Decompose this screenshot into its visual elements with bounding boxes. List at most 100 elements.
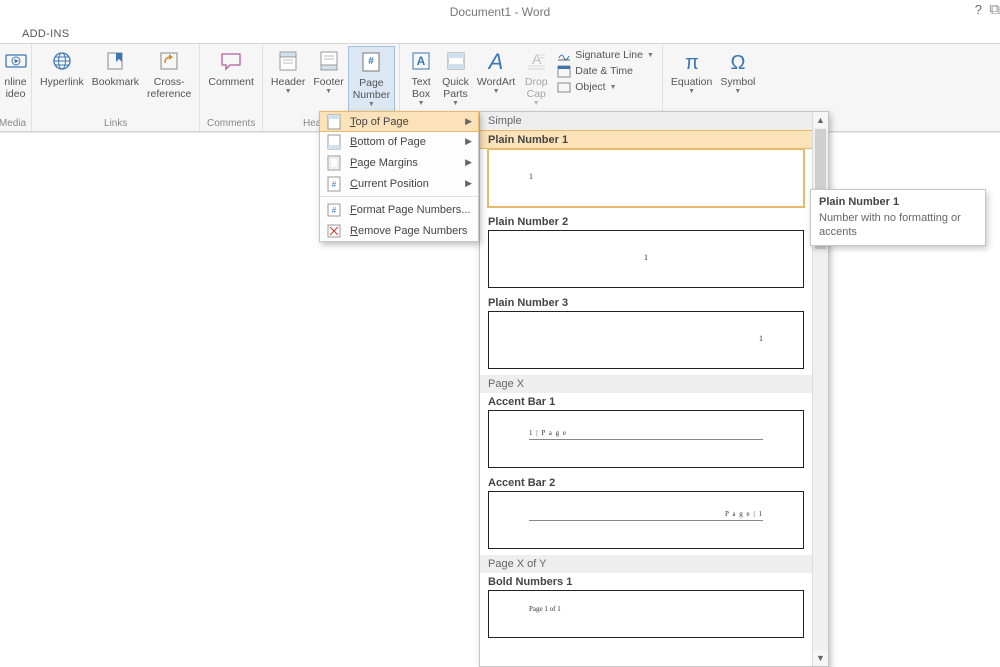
hyperlink-button[interactable]: Hyperlink [36, 46, 88, 114]
object-button[interactable]: Object ▼ [557, 80, 654, 94]
chevron-down-icon: ▼ [368, 101, 375, 108]
drop-cap-button[interactable]: A Drop Cap ▼ [519, 46, 553, 114]
current-position-icon: # [326, 176, 342, 192]
online-video-label: nline ideo [4, 76, 26, 100]
gallery-item-plain-number-1[interactable]: Plain Number 1 [480, 130, 812, 149]
chevron-down-icon: ▼ [493, 88, 500, 95]
submenu-arrow-icon: ▶ [465, 178, 472, 189]
scroll-up-icon[interactable]: ▲ [813, 112, 828, 128]
menu-remove-page-numbers[interactable]: Remove Page Numbers [320, 220, 478, 241]
group-media-label: Media [0, 118, 26, 131]
tab-addins[interactable]: ADD-INS [18, 25, 73, 43]
svg-text:#: # [369, 56, 375, 67]
menu-bottom-of-page-label: Bottom of Page [350, 136, 426, 148]
equation-icon: π [679, 48, 705, 74]
online-video-button[interactable]: nline ideo [0, 46, 33, 114]
comment-label: Comment [208, 76, 254, 88]
video-icon [3, 48, 29, 74]
page-number-label: Page Number [353, 77, 390, 101]
group-media: nline ideo Media [0, 44, 32, 131]
gallery-preview-bold-numbers-1[interactable]: Page 1 of 1 [488, 590, 804, 638]
document-title: Document1 - Word [450, 5, 550, 19]
chevron-down-icon: ▼ [418, 100, 425, 107]
tooltip-body: Number with no formatting or accents [819, 211, 977, 239]
footer-button[interactable]: Footer ▼ [309, 46, 347, 114]
chevron-down-icon: ▼ [285, 88, 292, 95]
page-number-menu: Top of Page ▶ Bottom of Page ▶ Page Marg… [319, 111, 479, 242]
menu-top-of-page[interactable]: Top of Page ▶ [319, 111, 479, 132]
menu-page-margins-label: Page Margins [350, 157, 418, 169]
gallery-item-plain-number-3[interactable]: Plain Number 3 [480, 294, 812, 311]
svg-text:Ω: Ω [730, 52, 745, 73]
comment-icon [218, 48, 244, 74]
chevron-down-icon: ▼ [688, 88, 695, 95]
svg-text:A: A [487, 49, 504, 73]
restore-icon[interactable]: ⧉ [989, 1, 1000, 18]
bookmark-icon [102, 48, 128, 74]
date-time-label: Date & Time [575, 65, 633, 77]
title-bar: Document1 - Word ? ⧉ [0, 0, 1000, 24]
gallery-preview-accent-bar-2[interactable]: P a g e | 1 [488, 491, 804, 549]
cross-reference-label: Cross- reference [147, 76, 191, 100]
gallery-item-accent-bar-1[interactable]: Accent Bar 1 [480, 393, 812, 410]
quick-parts-button[interactable]: Quick Parts ▼ [438, 46, 473, 114]
tooltip: Plain Number 1 Number with no formatting… [810, 189, 986, 246]
menu-remove-label: Remove Page Numbers [350, 225, 467, 237]
symbol-button[interactable]: Ω Symbol ▼ [716, 46, 759, 114]
gallery-category-page-x: Page X [480, 375, 812, 393]
gallery-preview-accent-bar-1[interactable]: 1 | P a g e [488, 410, 804, 468]
svg-text:#: # [332, 206, 337, 215]
svg-text:#: # [332, 180, 337, 189]
menu-format-page-numbers[interactable]: # Format Page Numbers... [320, 199, 478, 220]
quick-parts-icon [443, 48, 469, 74]
gallery-preview-plain-number-2[interactable]: 1 [488, 230, 804, 288]
menu-top-of-page-label: Top of Page [350, 116, 409, 128]
wordart-button[interactable]: A WordArt ▼ [473, 46, 519, 114]
page-number-button[interactable]: # Page Number ▼ [348, 46, 395, 114]
footer-label: Footer [313, 76, 343, 88]
gallery-preview-plain-number-1[interactable]: 1 [488, 149, 804, 207]
text-box-icon: A [408, 48, 434, 74]
header-icon [275, 48, 301, 74]
menu-current-position[interactable]: # Current Position ▶ [320, 173, 478, 194]
menu-bottom-of-page[interactable]: Bottom of Page ▶ [320, 131, 478, 152]
group-links: Hyperlink Bookmark Cross- reference Link… [32, 44, 200, 131]
equation-label: Equation [671, 76, 712, 88]
page-margins-icon [326, 155, 342, 171]
scroll-down-icon[interactable]: ▼ [813, 650, 828, 666]
chevron-down-icon: ▼ [734, 88, 741, 95]
hyperlink-label: Hyperlink [40, 76, 84, 88]
wordart-label: WordArt [477, 76, 515, 88]
ribbon-tabs: ADD-INS [0, 24, 1000, 44]
symbol-label: Symbol [720, 76, 755, 88]
tooltip-title: Plain Number 1 [819, 196, 977, 208]
gallery-item-bold-numbers-1[interactable]: Bold Numbers 1 [480, 573, 812, 590]
equation-button[interactable]: π Equation ▼ [667, 46, 716, 114]
page-number-icon: # [358, 49, 384, 75]
comment-button[interactable]: Comment [204, 46, 258, 114]
menu-page-margins[interactable]: Page Margins ▶ [320, 152, 478, 173]
gallery-item-plain-number-2[interactable]: Plain Number 2 [480, 213, 812, 230]
gallery-preview-plain-number-3[interactable]: 1 [488, 311, 804, 369]
svg-text:A: A [532, 51, 542, 67]
text-box-button[interactable]: A Text Box ▼ [404, 46, 438, 114]
menu-current-position-label: Current Position [350, 178, 429, 190]
gallery-item-accent-bar-2[interactable]: Accent Bar 2 [480, 474, 812, 491]
signature-line-label: Signature Line [575, 49, 643, 61]
signature-line-button[interactable]: Signature Line ▼ [557, 48, 654, 62]
bookmark-button[interactable]: Bookmark [88, 46, 143, 114]
submenu-arrow-icon: ▶ [465, 116, 472, 127]
cross-reference-button[interactable]: Cross- reference [143, 46, 195, 114]
header-button[interactable]: Header ▼ [267, 46, 309, 114]
page-number-gallery: Simple Plain Number 1 1 Plain Number 2 1… [479, 111, 829, 667]
date-time-button[interactable]: Date & Time [557, 64, 654, 78]
symbol-icon: Ω [725, 48, 751, 74]
submenu-arrow-icon: ▶ [465, 157, 472, 168]
menu-format-label: Format Page Numbers... [350, 204, 470, 216]
menu-separator [320, 196, 478, 197]
help-icon[interactable]: ? [975, 2, 982, 17]
wordart-icon: A [483, 48, 509, 74]
chevron-down-icon: ▼ [533, 100, 540, 107]
group-comments-label: Comments [207, 118, 255, 131]
chevron-down-icon: ▼ [647, 52, 654, 59]
